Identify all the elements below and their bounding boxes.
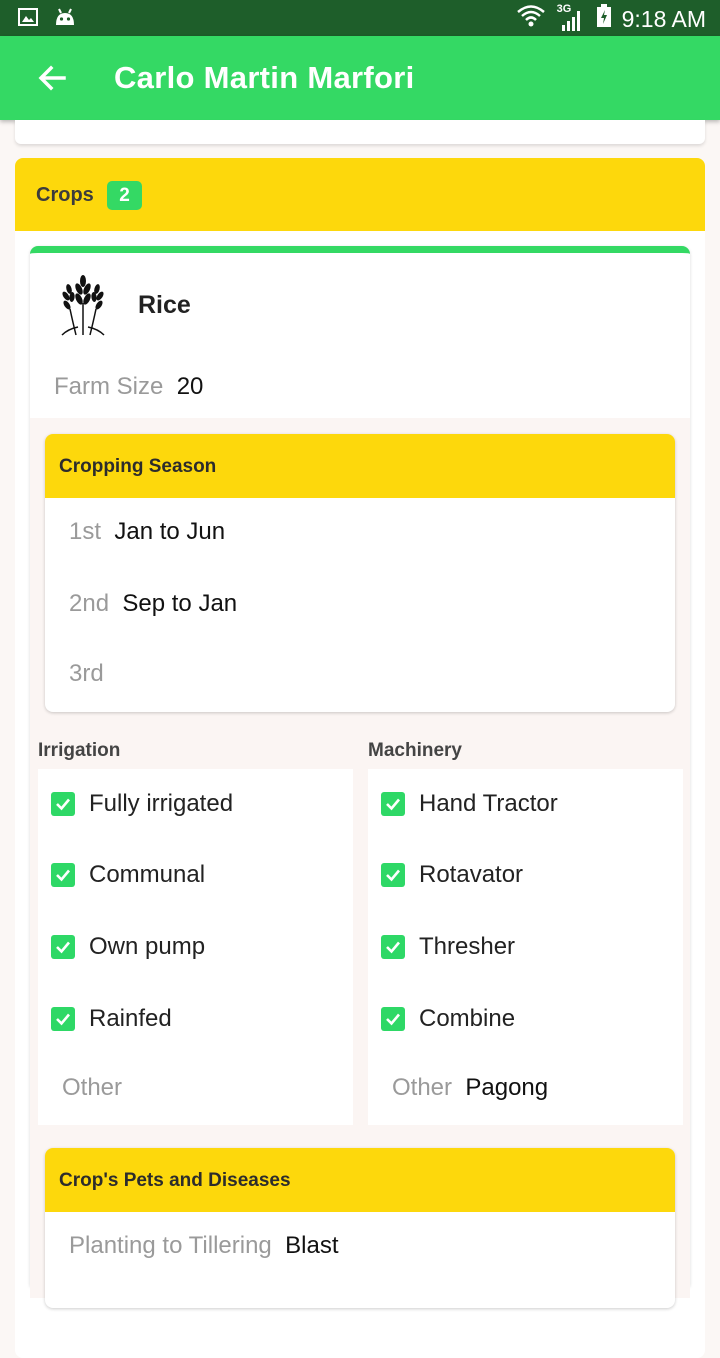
pests-diseases-header: Crop's Pets and Diseases — [45, 1148, 675, 1212]
checkbox-checked-icon[interactable] — [381, 792, 405, 816]
arrow-left-icon[interactable] — [34, 60, 70, 96]
machinery-other-row: Other Pagong — [392, 1074, 548, 1102]
machinery-item-label: Rotavator — [419, 861, 524, 888]
checkbox-checked-icon[interactable] — [51, 863, 75, 887]
previous-card — [15, 120, 705, 144]
app-bar: Carlo Martin Marfori — [0, 36, 720, 120]
page-title: Carlo Martin Marfori — [114, 60, 415, 95]
signal-icon: 3G — [556, 3, 586, 33]
season-row: 1st Jan to Jun — [69, 518, 225, 546]
checkbox-checked-icon[interactable] — [51, 1007, 75, 1031]
pest-row: Planting to Tillering Blast — [69, 1232, 338, 1260]
checkbox-checked-icon[interactable] — [51, 935, 75, 959]
irrigation-item-label: Communal — [89, 861, 206, 888]
crops-header[interactable]: Crops 2 — [15, 158, 705, 231]
pest-stage-label: Planting to Tillering — [69, 1232, 272, 1259]
season-label: 2nd — [69, 590, 110, 617]
irrigation-item[interactable]: Rainfed — [51, 1004, 172, 1034]
machinery-item-label: Hand Tractor — [419, 790, 558, 817]
pests-diseases-card: Crop's Pets and Diseases Planting to Til… — [45, 1148, 675, 1308]
crops-label: Crops — [36, 184, 94, 206]
farm-size-value: 20 — [176, 373, 204, 400]
android-icon — [54, 7, 76, 32]
checkbox-checked-icon[interactable] — [381, 935, 405, 959]
machinery-list: Hand Tractor Rotavator Thresher Combine … — [368, 769, 683, 1125]
checkbox-checked-icon[interactable] — [51, 792, 75, 816]
crop-card: Rice Farm Size 20 — [30, 246, 690, 1298]
other-label: Other — [62, 1074, 123, 1101]
cropping-season-header: Cropping Season — [45, 434, 675, 498]
checkbox-checked-icon[interactable] — [381, 863, 405, 887]
season-label: 3rd — [69, 660, 104, 687]
machinery-item-label: Combine — [419, 1005, 516, 1032]
cropping-season-title: Cropping Season — [59, 456, 217, 477]
irrigation-item[interactable]: Own pump — [51, 932, 205, 962]
season-row: 2nd Sep to Jan — [69, 590, 237, 618]
other-value: Pagong — [465, 1074, 549, 1101]
farm-size-row: Farm Size 20 — [54, 373, 203, 401]
crop-name: Rice — [138, 291, 191, 319]
battery-icon — [596, 4, 612, 34]
image-icon — [18, 8, 38, 31]
machinery-item[interactable]: Hand Tractor — [381, 789, 558, 819]
machinery-title: Machinery — [368, 740, 462, 761]
machinery-item-label: Thresher — [419, 933, 516, 960]
irrigation-list: Fully irrigated Communal Own pump Rainfe… — [38, 769, 353, 1125]
irrigation-item-label: Own pump — [89, 933, 206, 960]
clock: 9:18 AM — [621, 5, 706, 32]
season-value: Jan to Jun — [114, 518, 226, 545]
pests-diseases-title: Crop's Pets and Diseases — [59, 1170, 291, 1191]
wheat-icon — [58, 275, 108, 337]
wifi-icon — [516, 4, 546, 34]
irrigation-item-label: Rainfed — [89, 1005, 172, 1032]
cropping-season-card: Cropping Season 1st Jan to Jun 2nd Sep t… — [45, 434, 675, 712]
irrigation-other-row: Other — [62, 1074, 129, 1102]
irrigation-item-label: Fully irrigated — [89, 790, 234, 817]
season-row: 3rd — [69, 660, 110, 688]
season-label: 1st — [69, 518, 102, 545]
machinery-item[interactable]: Combine — [381, 1004, 515, 1034]
irrigation-item[interactable]: Fully irrigated — [51, 789, 233, 819]
status-bar: 3G 9:18 AM — [0, 0, 720, 36]
machinery-item[interactable]: Thresher — [381, 932, 515, 962]
season-value: Sep to Jan — [122, 590, 238, 617]
other-label: Other — [392, 1074, 453, 1101]
pest-value: Blast — [285, 1232, 339, 1259]
checkbox-checked-icon[interactable] — [381, 1007, 405, 1031]
irrigation-item[interactable]: Communal — [51, 860, 205, 890]
farm-size-label: Farm Size — [54, 373, 164, 400]
machinery-item[interactable]: Rotavator — [381, 860, 523, 890]
irrigation-title: Irrigation — [38, 740, 121, 761]
crops-count-badge: 2 — [107, 181, 142, 210]
